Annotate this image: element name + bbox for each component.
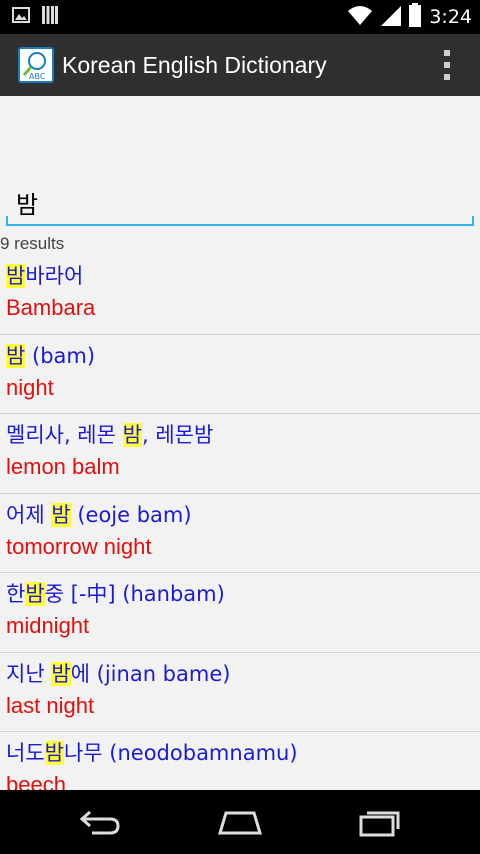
search-area — [0, 96, 480, 230]
search-underline — [6, 224, 474, 226]
cell-signal-icon — [381, 4, 402, 30]
korean-term: 지난 밤에 (jinan bame) — [6, 661, 231, 686]
app-title: Korean English Dictionary — [62, 52, 327, 78]
signal-bars-icon — [42, 6, 58, 28]
english-translation: Bambara — [6, 295, 96, 320]
action-bar: ABC Korean English Dictionary — [0, 34, 480, 96]
korean-term: 밤 (bam) — [6, 343, 96, 368]
korean-term: 멜리사, 레몬 밤, 레몬밤 — [6, 423, 214, 447]
english-translation: lemon balm — [6, 454, 120, 479]
back-icon[interactable] — [70, 804, 130, 840]
results-list[interactable]: 밤바라어 Bambara 밤 (bam) night 멜리사, 레몬 밤, 레몬… — [0, 255, 480, 790]
korean-term: 너도밤나무 (neodobamnamu) — [6, 741, 298, 765]
clock-time: 3:24 — [429, 6, 472, 28]
match-highlight: 밤 — [44, 741, 64, 765]
match-highlight: 밤 — [6, 343, 26, 368]
korean-term: 밤바라어 — [6, 264, 84, 288]
search-underline-right — [472, 216, 474, 226]
english-translation: tomorrow night — [6, 533, 152, 559]
match-highlight: 밤 — [51, 502, 71, 527]
match-highlight: 밤 — [122, 423, 142, 447]
match-highlight: 밤 — [51, 661, 71, 686]
result-row[interactable]: 한밤중 [-中] (hanbam) midnight — [0, 573, 480, 653]
image-icon — [12, 7, 30, 27]
wifi-icon — [347, 4, 373, 30]
app-logo-icon: ABC — [18, 47, 54, 83]
navigation-bar — [0, 790, 480, 854]
result-row[interactable]: 밤바라어 Bambara — [0, 255, 480, 335]
app-icon-label: ABC — [29, 72, 46, 81]
english-translation: night — [6, 374, 54, 400]
korean-term: 한밤중 [-中] (hanbam) — [6, 582, 225, 606]
status-bar: 3:24 — [0, 0, 480, 34]
result-count: 9 results — [0, 234, 65, 253]
home-icon[interactable] — [210, 804, 270, 840]
result-row[interactable]: 너도밤나무 (neodobamnamu) beech — [0, 732, 480, 790]
match-highlight: 밤 — [25, 582, 45, 606]
result-row[interactable]: 지난 밤에 (jinan bame) last night — [0, 653, 480, 732]
result-row[interactable]: 멜리사, 레몬 밤, 레몬밤 lemon balm — [0, 414, 480, 494]
english-translation: beech — [6, 772, 66, 790]
korean-term: 어제 밤 (eoje bam) — [6, 502, 192, 527]
result-row[interactable]: 밤 (bam) night — [0, 335, 480, 414]
recents-icon[interactable] — [350, 804, 410, 840]
battery-icon — [409, 3, 422, 31]
match-highlight: 밤 — [6, 264, 26, 288]
overflow-menu-icon[interactable] — [440, 50, 454, 80]
search-input[interactable] — [6, 184, 474, 220]
result-row[interactable]: 어제 밤 (eoje bam) tomorrow night — [0, 494, 480, 573]
english-translation: midnight — [6, 613, 90, 638]
english-translation: last night — [6, 692, 95, 718]
